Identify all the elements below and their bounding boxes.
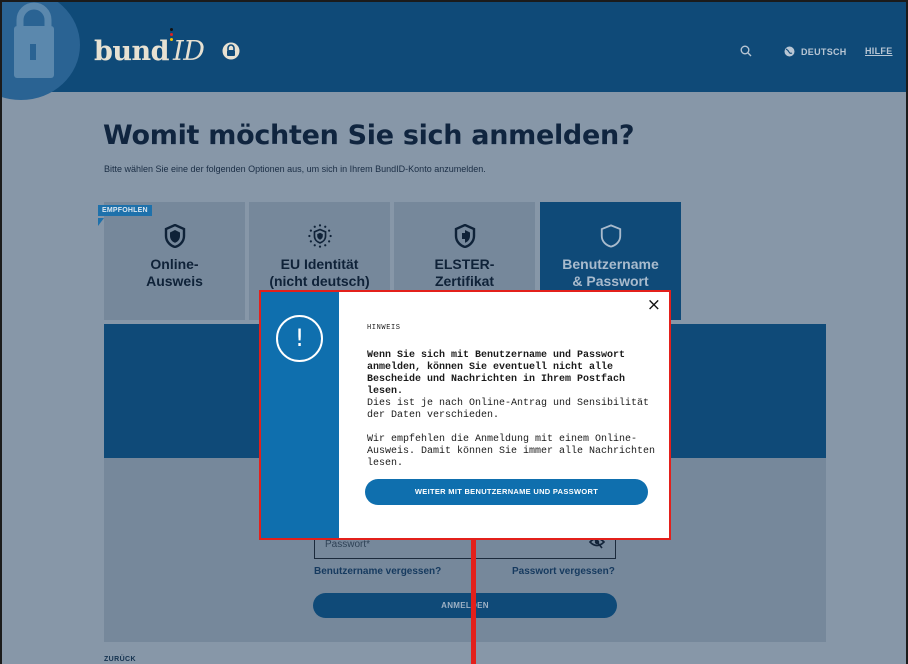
shield-icon xyxy=(164,224,185,248)
modal-text-1: Dies ist je nach Online-Antrag und Sensi… xyxy=(367,398,650,421)
badge-tail xyxy=(98,218,104,226)
option-label-line1: EU Identität xyxy=(280,256,359,272)
exclamation-icon: ! xyxy=(276,315,323,362)
language-selector[interactable]: DEUTSCH xyxy=(784,46,847,57)
shield-outline-icon xyxy=(600,224,621,248)
close-icon[interactable]: × xyxy=(647,295,661,315)
globe-icon xyxy=(784,46,795,57)
login-button[interactable]: ANMELDEN xyxy=(313,593,617,618)
eu-shield-icon xyxy=(307,224,332,248)
back-link[interactable]: ZURÜCK xyxy=(104,656,136,663)
option-label-line1: Benutzername xyxy=(562,256,659,272)
continue-username-password-button[interactable]: WEITER MIT BENUTZERNAME UND PASSWORT xyxy=(365,479,648,505)
modal-sidebar: ! xyxy=(261,292,339,538)
modal-bold-text: Wenn Sie sich mit Benutzername und Passw… xyxy=(367,350,626,397)
option-label-line2: Ausweis xyxy=(146,273,203,289)
recommended-badge: EMPFOHLEN xyxy=(98,205,152,216)
forgot-password-link[interactable]: Passwort vergessen? xyxy=(512,566,615,577)
page-title: Womit möchten Sie sich anmelden? xyxy=(103,120,635,151)
site-header: bund ID DEUTSCH HILFE xyxy=(2,2,906,100)
option-label-line1: Online- xyxy=(150,256,199,272)
help-link[interactable]: HILFE xyxy=(865,46,893,56)
option-label-line2: Zertifikat xyxy=(434,273,495,289)
language-label: DEUTSCH xyxy=(801,46,847,57)
logo-lock-icon xyxy=(222,42,240,65)
lock-icon xyxy=(2,2,80,100)
option-label-line2: & Passwort xyxy=(572,273,649,289)
shield-key-icon xyxy=(454,224,475,248)
highlight-line xyxy=(471,540,476,664)
password-placeholder: Passwort* xyxy=(325,539,371,550)
bundid-logo[interactable]: bund ID xyxy=(94,36,205,67)
forgot-username-link[interactable]: Benutzername vergessen? xyxy=(314,566,441,577)
search-icon[interactable] xyxy=(740,44,752,62)
browser-frame: bund ID DEUTSCH HILFE Womit möchten Sie … xyxy=(0,0,908,664)
option-label-line1: ELSTER- xyxy=(434,256,495,272)
modal-text-2: Wir empfehlen die Anmeldung mit einem On… xyxy=(367,434,656,469)
option-online-ausweis[interactable]: Online- Ausweis xyxy=(104,202,245,320)
modal-body: Wenn Sie sich mit Benutzername und Passw… xyxy=(367,350,657,482)
modal-label: HINWEIS xyxy=(367,324,401,332)
page-subtitle: Bitte wählen Sie eine der folgenden Opti… xyxy=(104,164,486,174)
hint-modal: ! × HINWEIS Wenn Sie sich mit Benutzerna… xyxy=(259,290,671,540)
logo-flag-dots xyxy=(170,28,173,42)
option-label-line2: (nicht deutsch) xyxy=(269,273,370,289)
